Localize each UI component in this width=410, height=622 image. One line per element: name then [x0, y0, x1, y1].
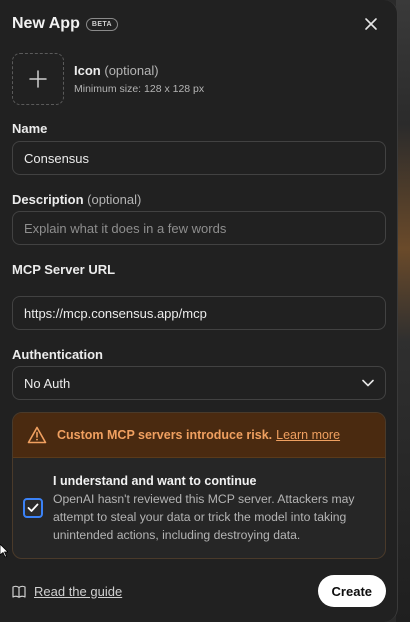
beta-badge: BETA — [85, 17, 118, 31]
description-input[interactable] — [12, 211, 386, 245]
authentication-label: Authentication — [12, 347, 103, 362]
acknowledge-title: I understand and want to continue — [53, 474, 257, 488]
acknowledge-row: I understand and want to continue OpenAI… — [13, 458, 385, 544]
risk-warning-text: Custom MCP servers introduce risk. — [57, 428, 273, 442]
icon-upload-button[interactable] — [12, 53, 64, 105]
create-button[interactable]: Create — [317, 575, 386, 607]
risk-warning-header: Custom MCP servers introduce risk. Learn… — [13, 413, 385, 458]
mcp-url-input[interactable] — [12, 296, 386, 330]
mouse-cursor-icon — [0, 544, 8, 558]
checkmark-icon — [27, 503, 39, 512]
close-icon — [365, 18, 377, 30]
authentication-selected: No Auth — [24, 375, 71, 391]
risk-warning-panel: Custom MCP servers introduce risk. Learn… — [12, 412, 386, 559]
read-guide-link[interactable]: Read the guide — [12, 584, 122, 599]
icon-size-hint: Minimum size: 128 x 128 px — [74, 83, 205, 95]
authentication-select[interactable]: No Auth — [12, 366, 386, 400]
description-label-text: Description — [12, 192, 84, 207]
book-icon — [12, 585, 26, 598]
acknowledge-text: I understand and want to continue OpenAI… — [53, 474, 375, 544]
icon-row: Icon (optional) Minimum size: 128 x 128 … — [12, 53, 385, 105]
description-optional-text: (optional) — [87, 192, 142, 207]
icon-label-text: Icon — [74, 63, 101, 78]
chevron-down-icon — [362, 379, 374, 387]
dialog-footer: Read the guide Create — [12, 574, 386, 608]
close-button[interactable] — [359, 12, 383, 36]
background-page-strip — [396, 0, 410, 622]
mcp-url-label: MCP Server URL — [12, 262, 116, 277]
icon-text: Icon (optional) Minimum size: 128 x 128 … — [74, 63, 204, 95]
dialog-header: New App BETA — [12, 0, 385, 48]
icon-optional-text: (optional) — [104, 63, 159, 78]
learn-more-link[interactable]: Learn more — [276, 428, 340, 442]
read-guide-text: Read the guide — [34, 583, 123, 599]
acknowledge-checkbox[interactable] — [23, 498, 43, 518]
plus-icon — [29, 70, 47, 88]
warning-triangle-icon — [27, 426, 47, 444]
description-label: Description (optional) — [12, 192, 141, 207]
dialog-title: New App — [12, 15, 80, 32]
name-label: Name — [12, 121, 48, 136]
acknowledge-body: OpenAI hasn't reviewed this MCP server. … — [53, 492, 355, 542]
icon-label: Icon (optional) — [74, 63, 204, 78]
name-input[interactable] — [12, 141, 386, 175]
